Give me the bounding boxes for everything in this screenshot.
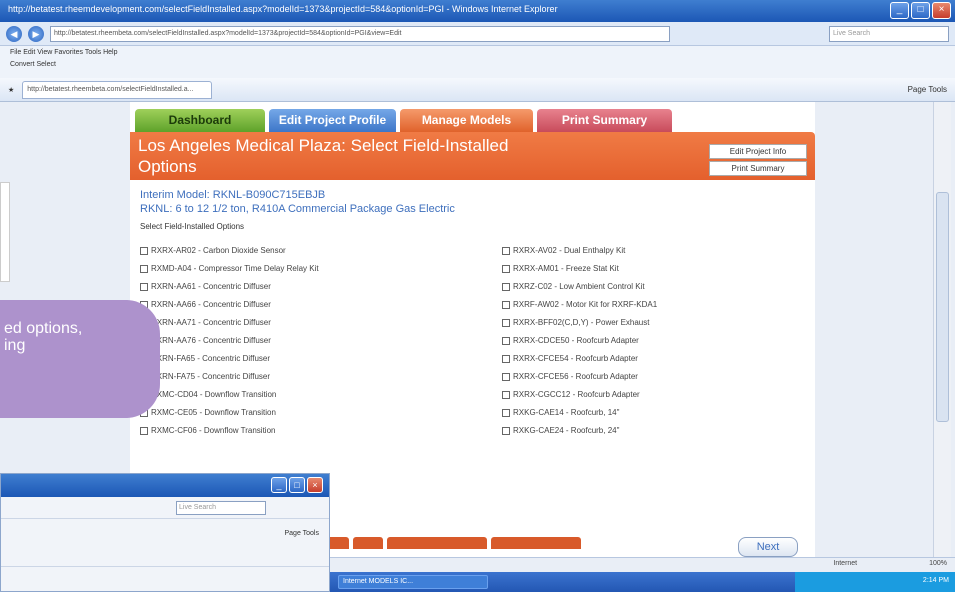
print-summary-button[interactable]: Print Summary: [709, 161, 807, 176]
checkbox[interactable]: [502, 246, 510, 255]
option-item[interactable]: RXRX-CDCE50 - Roofcurb Adapter: [502, 336, 802, 345]
background-window-edge: [0, 182, 10, 282]
checkbox[interactable]: [502, 354, 510, 363]
main-nav-tabs: Dashboard Edit Project Profile Manage Mo…: [130, 109, 815, 132]
edit-project-info-button[interactable]: Edit Project Info: [709, 144, 807, 159]
menu-items[interactable]: File Edit View Favorites Tools Help: [10, 49, 945, 56]
favorites-bar: ★ http://betatest.rheembeta.com/selectFi…: [0, 78, 955, 102]
option-item[interactable]: RXRX-CFCE56 - Roofcurb Adapter: [502, 372, 802, 381]
tab-edit-project-profile[interactable]: Edit Project Profile: [269, 109, 396, 132]
option-item[interactable]: RXKG-CAE24 - Roofcurb, 24": [502, 426, 802, 435]
option-item[interactable]: RXRF-AW02 - Motor Kit for RXRF-KDA1: [502, 300, 802, 309]
background-window-title: _ □ ×: [1, 474, 329, 497]
option-item[interactable]: RXRN-AA71 - Concentric Diffuser: [140, 318, 502, 327]
option-item[interactable]: RXRN-FA65 - Concentric Diffuser: [140, 354, 502, 363]
option-item[interactable]: RXRN-AA61 - Concentric Diffuser: [140, 282, 502, 291]
tab-dashboard[interactable]: Dashboard: [135, 109, 265, 132]
checkbox[interactable]: [140, 246, 148, 255]
background-window[interactable]: _ □ × Live Search Page Tools: [0, 473, 330, 592]
minimize-button[interactable]: _: [271, 477, 287, 493]
bottom-tab[interactable]: [491, 537, 581, 549]
checkbox[interactable]: [502, 372, 510, 381]
option-item[interactable]: RXRX-AR02 - Carbon Dioxide Sensor: [140, 246, 502, 255]
next-button[interactable]: Next: [738, 537, 798, 557]
select-options-label: Select Field-Installed Options: [140, 222, 245, 231]
option-item[interactable]: RXRX-CGCC12 - Roofcurb Adapter: [502, 390, 802, 399]
page-tools-menu[interactable]: Page Tools: [908, 85, 947, 94]
maximize-button[interactable]: □: [289, 477, 305, 493]
option-item[interactable]: RXRN-FA75 - Concentric Diffuser: [140, 372, 502, 381]
back-icon[interactable]: ◀: [6, 25, 22, 42]
option-item[interactable]: RXMC-CE05 - Downflow Transition: [140, 408, 502, 417]
scroll-thumb[interactable]: [936, 192, 949, 422]
option-item[interactable]: RXRZ-C02 - Low Ambient Control Kit: [502, 282, 802, 291]
background-toolbar: Page Tools: [1, 519, 329, 567]
clock: 2:14 PM: [922, 577, 949, 584]
option-item[interactable]: RXRX-AM01 - Freeze Stat Kit: [502, 264, 802, 273]
menu-bar: File Edit View Favorites Tools Help Conv…: [0, 46, 955, 78]
minimize-button[interactable]: _: [890, 2, 909, 19]
option-item[interactable]: RXRN-AA76 - Concentric Diffuser: [140, 336, 502, 345]
browser-tab[interactable]: http://betatest.rheembeta.com/selectFiel…: [22, 80, 213, 99]
option-item[interactable]: RXKG-CAE14 - Roofcurb, 14": [502, 408, 802, 417]
tab-manage-models[interactable]: Manage Models: [400, 109, 533, 132]
maximize-button[interactable]: □: [911, 2, 930, 19]
checkbox[interactable]: [502, 300, 510, 309]
tab-print-summary[interactable]: Print Summary: [537, 109, 672, 132]
option-item[interactable]: RXMD-A04 - Compressor Time Delay Relay K…: [140, 264, 502, 273]
checkbox[interactable]: [502, 318, 510, 327]
close-button[interactable]: ×: [932, 2, 951, 19]
checkbox[interactable]: [502, 264, 510, 273]
search-input[interactable]: Live Search: [829, 25, 949, 42]
options-grid: RXRX-AR02 - Carbon Dioxide Sensor RXRX-A…: [140, 246, 805, 435]
close-button[interactable]: ×: [307, 477, 323, 493]
bottom-tab[interactable]: [353, 537, 383, 549]
checkbox[interactable]: [502, 390, 510, 399]
zoom-level[interactable]: 100%: [929, 560, 947, 567]
checkbox[interactable]: [502, 408, 510, 417]
search-input[interactable]: Live Search: [176, 501, 266, 515]
forward-icon[interactable]: ▶: [28, 25, 44, 42]
favorites-star-icon[interactable]: ★: [8, 86, 14, 94]
taskbar-item[interactable]: Internet MODELS IC...: [338, 575, 488, 589]
url-field[interactable]: http://betatest.rheembeta.com/selectFiel…: [50, 25, 670, 42]
background-address-row: Live Search: [1, 497, 329, 519]
page-banner: Los Angeles Medical Plaza: Select Field-…: [130, 132, 815, 180]
option-item[interactable]: RXMC-CF06 - Downflow Transition: [140, 426, 502, 435]
callout-bubble: ed options, ing: [0, 300, 160, 418]
bottom-tab[interactable]: [387, 537, 487, 549]
window-title-bar: http://betatest.rheemdevelopment.com/sel…: [0, 0, 955, 22]
callout-line: ing: [4, 337, 26, 354]
page-tools-menu[interactable]: Page Tools: [284, 530, 319, 537]
checkbox[interactable]: [502, 336, 510, 345]
interim-model: Interim Model: RKNL-B090C715EBJB: [140, 189, 326, 201]
convert-toolbar[interactable]: Convert Select: [10, 61, 945, 68]
model-description: RKNL: 6 to 12 1/2 ton, R410A Commercial …: [140, 203, 455, 215]
option-item[interactable]: RXRX-CFCE54 - Roofcurb Adapter: [502, 354, 802, 363]
checkbox[interactable]: [502, 426, 510, 435]
callout-line: ed options,: [4, 320, 83, 337]
page-title: Los Angeles Medical Plaza: Select Field-…: [138, 136, 509, 176]
option-item[interactable]: RXRN-AA66 - Concentric Diffuser: [140, 300, 502, 309]
options-content: Interim Model: RKNL-B090C715EBJB RKNL: 6…: [130, 180, 815, 443]
checkbox[interactable]: [140, 264, 148, 273]
system-tray: 2:14 PM: [795, 572, 955, 592]
vertical-scrollbar[interactable]: [933, 102, 951, 557]
internet-zone: Internet: [833, 560, 858, 567]
checkbox[interactable]: [140, 282, 148, 291]
checkbox[interactable]: [502, 282, 510, 291]
address-bar: ◀ ▶ http://betatest.rheembeta.com/select…: [0, 22, 955, 46]
checkbox[interactable]: [140, 426, 148, 435]
option-item[interactable]: RXRX-BFF02(C,D,Y) - Power Exhaust: [502, 318, 802, 327]
option-item[interactable]: RXMC-CD04 - Downflow Transition: [140, 390, 502, 399]
window-title: http://betatest.rheemdevelopment.com/sel…: [8, 4, 558, 14]
option-item[interactable]: RXRX-AV02 - Dual Enthalpy Kit: [502, 246, 802, 255]
